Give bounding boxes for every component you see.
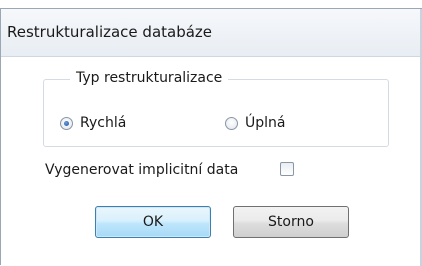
radio-full-indicator[interactable] [225, 116, 238, 130]
restructure-type-group [43, 79, 389, 147]
cancel-button[interactable]: Storno [233, 206, 349, 238]
radio-full-label: Úplná [245, 115, 286, 131]
dialog-title: Restrukturalizace databáze [7, 23, 213, 41]
generate-default-data-checkbox[interactable] [280, 162, 294, 176]
title-bar: Restrukturalizace databáze [1, 9, 422, 57]
group-legend: Typ restrukturalizace [70, 70, 229, 86]
radio-fast[interactable]: Rychlá [60, 115, 126, 131]
radio-fast-label: Rychlá [80, 115, 127, 131]
radio-fast-indicator[interactable] [60, 116, 73, 130]
ok-button[interactable]: OK [95, 206, 211, 238]
radio-full[interactable]: Úplná [225, 115, 285, 131]
generate-default-data-label: Vygenerovat implicitní data [45, 162, 239, 178]
